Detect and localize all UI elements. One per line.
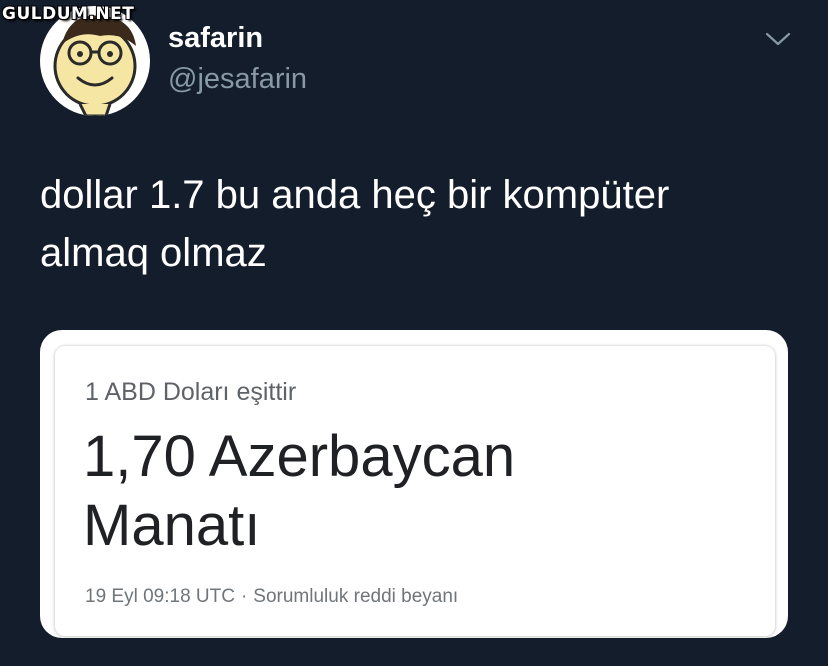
tweet-text: dollar 1.7 bu anda heç bir kompüter alma… xyxy=(40,173,670,275)
conversion-result: 1,70 Azerbaycan Manatı xyxy=(83,424,516,558)
user-handle[interactable]: @jesafarin xyxy=(168,63,307,96)
disclaimer-link[interactable]: Sorumluluk reddi beyanı xyxy=(253,586,458,607)
conversion-label: 1 ABD Doları eşittir xyxy=(85,378,297,406)
watermark-logo: GULDUM.NET xyxy=(2,4,135,24)
currency-converter-panel: 1 ABD Doları eşittir 1,70 Azerbaycan Man… xyxy=(55,346,775,636)
chevron-down-icon[interactable] xyxy=(764,28,792,50)
attached-image-card[interactable]: 1 ABD Doları eşittir 1,70 Azerbaycan Man… xyxy=(40,330,788,638)
display-name[interactable]: safarin xyxy=(168,22,263,55)
conversion-footer: 19 Eyl 09:18 UTC · Sorumluluk reddi beyanı xyxy=(85,586,458,608)
footer-separator: · xyxy=(240,586,248,607)
conversion-timestamp: 19 Eyl 09:18 UTC xyxy=(85,586,235,607)
